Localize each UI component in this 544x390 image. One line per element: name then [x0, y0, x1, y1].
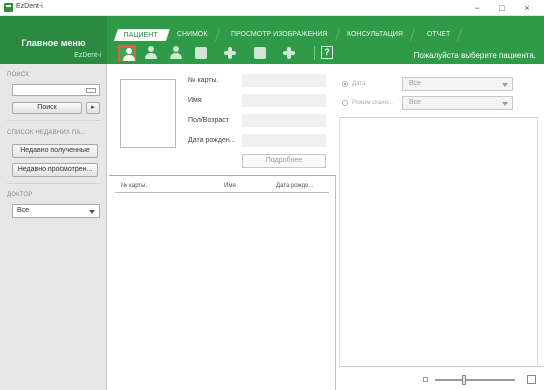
zoom-slider-track[interactable] [435, 379, 515, 381]
tab-consultation[interactable]: КОНСУЛЬТАЦИЯ [338, 29, 415, 41]
scan-mode-select[interactable]: Все [402, 96, 513, 110]
keyboard-icon [86, 88, 96, 93]
patient-list[interactable] [109, 175, 336, 390]
main-menu-button[interactable]: Главное меню EzDent-i [0, 16, 107, 64]
birth-date-label: Дата рожден... [188, 137, 236, 144]
minimize-button[interactable]: − [468, 2, 486, 14]
app-logo-icon [4, 3, 13, 12]
help-button[interactable]: ? [321, 46, 333, 59]
doctor-section-header: ДОКТОР [7, 192, 33, 198]
recent-patients-header: СПИСОК НЕДАВНИХ ПА... [7, 130, 87, 136]
column-header-card[interactable]: № карты. [121, 183, 147, 189]
search-options-button[interactable]: ▸ [86, 102, 100, 114]
divider [7, 183, 101, 184]
name-label: Имя [188, 97, 202, 104]
main-menu-subtitle: EzDent-i [74, 52, 101, 59]
chevron-down-icon [89, 210, 95, 214]
doctor-select[interactable]: Все [12, 204, 100, 218]
new-patient-icon[interactable] [118, 45, 136, 61]
main-header: Главное меню EzDent-i ПАЦИЕНТ СНИМОК ПРО… [0, 16, 544, 64]
window-title: EzDent-i [16, 3, 43, 10]
tab-patient[interactable]: ПАЦИЕНТ [114, 29, 170, 41]
small-thumbnail-icon[interactable] [423, 377, 428, 382]
delete-patient-icon[interactable] [167, 45, 185, 61]
search-button[interactable]: Поиск [12, 102, 82, 114]
recently-viewed-button[interactable]: Недавно просмотрен... [12, 163, 98, 177]
sidebar: ПОИСК Поиск ▸ СПИСОК НЕДАВНИХ ПА... Неда… [0, 64, 107, 390]
chevron-down-icon [502, 83, 508, 87]
import-icon[interactable] [223, 46, 237, 60]
zoom-slider-handle[interactable] [462, 375, 466, 385]
column-header-birth[interactable]: Дата рожде... [276, 183, 313, 189]
scan-mode-label: Режим скани... [352, 100, 393, 106]
date-select[interactable]: Все [402, 77, 513, 91]
chevron-down-icon [502, 102, 508, 106]
sex-age-field [242, 114, 326, 127]
select-patient-hint: Пожалуйста выберите пациента. [413, 51, 536, 60]
list-header-divider [115, 192, 329, 193]
name-field [242, 94, 326, 107]
title-bar: EzDent-i − □ × [0, 0, 544, 16]
card-number-field [242, 74, 326, 87]
patient-photo [120, 79, 176, 148]
date-radio[interactable] [342, 81, 348, 87]
column-header-name[interactable]: Имя [224, 183, 236, 189]
scan-mode-radio[interactable] [342, 100, 348, 106]
sex-age-label: Пол/Возраст [188, 117, 229, 124]
search-section-header: ПОИСК [7, 72, 30, 78]
recently-received-button[interactable]: Недавно полученные [12, 144, 98, 158]
date-filter-label: Дата [352, 81, 366, 87]
large-thumbnail-icon[interactable] [527, 375, 536, 384]
maximize-button[interactable]: □ [493, 2, 511, 14]
edit-patient-icon[interactable] [142, 45, 160, 61]
export-icon[interactable] [254, 47, 266, 59]
card-number-label: № карты. [188, 77, 219, 84]
birth-date-field [242, 134, 326, 147]
search-input[interactable] [12, 84, 100, 96]
transfer-icon[interactable] [282, 46, 296, 60]
toolbar-divider [314, 46, 315, 60]
close-button[interactable]: × [518, 2, 536, 14]
zoom-bar [339, 366, 544, 390]
tab-image[interactable]: СНИМОК [168, 29, 220, 41]
thumbnail-area[interactable] [339, 117, 538, 366]
tab-report[interactable]: ОТЧЕТ [418, 29, 463, 41]
patient-record-icon[interactable] [195, 47, 207, 59]
divider [7, 120, 101, 121]
tab-image-viewer[interactable]: ПРОСМОТР ИЗОБРАЖЕНИЯ [222, 29, 340, 41]
details-button[interactable]: Подробнее [242, 154, 326, 168]
main-menu-title: Главное меню [21, 38, 86, 48]
